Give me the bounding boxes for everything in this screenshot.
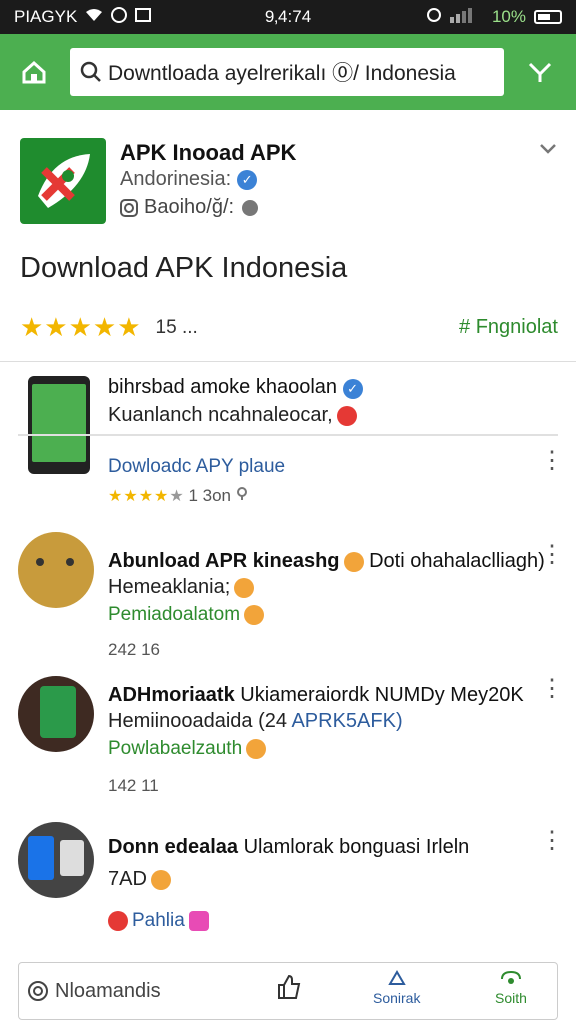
like-button[interactable] [275, 973, 303, 1006]
post-subtitle: Hemeaklania; [108, 576, 255, 599]
search-icon [80, 61, 101, 82]
avatar [18, 822, 94, 898]
emoji-icon [244, 604, 265, 625]
more-options-icon[interactable]: ⋮ [540, 677, 564, 701]
emoji-icon [150, 869, 171, 890]
battery-icon [534, 10, 562, 24]
share-label: Sonirak [373, 990, 421, 1006]
chevron-down-icon [540, 144, 556, 154]
post-subtitle: Kuanlanch ncahnaleocar, [108, 404, 357, 427]
rating-stars: ★★★★★ [20, 312, 142, 342]
thumbs-up-icon [278, 974, 301, 999]
app-header: APK Inooad APK Andorinesia: ✓ Baoiho/ğ/:… [0, 110, 576, 362]
more-options-icon[interactable]: ⋮ [540, 449, 564, 473]
list-item[interactable]: Abunload APR kineashg Doti ohahalaclliag… [0, 526, 576, 666]
list-item[interactable]: Donn edealaa Ulamlorak bonguasi Irleln 7… [0, 818, 576, 958]
post-link[interactable]: Pahlia [108, 910, 209, 932]
heart-icon [188, 910, 209, 931]
location-icon [236, 487, 247, 500]
home-button[interactable] [14, 52, 54, 92]
post-meta: 242 16 [108, 640, 160, 659]
list-item[interactable]: bihrsbad amoke khaoolan ✓ Kuanlanch ncah… [0, 362, 576, 512]
post-link[interactable]: Powlabaelzauth [108, 738, 267, 760]
post-link[interactable]: Dowloadc APY plaue [108, 456, 285, 478]
save-label: Soith [495, 990, 527, 1006]
rating-count: 15 ... [155, 316, 198, 338]
verified-icon: ✓ [342, 379, 363, 399]
post-meta: 142 11 [108, 776, 159, 795]
search-input[interactable]: Downtloada ayelrerikalı ⓪/ Indonesia [70, 48, 504, 96]
post-subtitle: Hemiinooadaida (24 APRK5AFK) [108, 710, 403, 732]
post-subtitle: 7AD [108, 868, 171, 891]
filter-button[interactable] [520, 52, 560, 92]
rating-action-link[interactable]: # Fngniolat [459, 316, 558, 339]
status-bar: PIAGYK 9‚4:74 10% [0, 0, 576, 34]
instagram-icon [120, 198, 138, 217]
app-logo[interactable] [20, 138, 106, 224]
expand-button[interactable] [538, 142, 558, 161]
top-bar: Downtloada ayelrerikalı ⓪/ Indonesia [0, 34, 576, 110]
search-value: Downtloada ayelrerikalı ⓪/ Indonesia [108, 62, 456, 85]
phone-thumbnail [28, 376, 90, 474]
app-meta: Baoiho/ğ/: [120, 196, 260, 219]
home-icon [22, 60, 46, 84]
globe-icon [242, 199, 259, 216]
post-meta: ★★★★★ 1 3on [108, 486, 248, 506]
avatar [18, 676, 94, 752]
share-icon [387, 970, 406, 985]
emoji-icon [246, 738, 267, 759]
more-options-icon[interactable]: ⋮ [540, 543, 564, 567]
post-link[interactable]: Pemiadoalatom [108, 604, 265, 626]
comment-icon [28, 981, 48, 1001]
app-developer[interactable]: Andorinesia: ✓ [120, 168, 258, 191]
post-title: bihrsbad amoke khaoolan ✓ [108, 376, 363, 399]
comment-button[interactable]: Nloamandis [27, 980, 161, 1003]
post-title: ADHmoriaatk Ukiameraiordk NUMDy Mey20K [108, 684, 524, 706]
share-button[interactable]: Sonirak [373, 969, 420, 1006]
emoji-icon [336, 405, 357, 426]
save-button[interactable]: Soith [495, 969, 527, 1006]
filter-icon [528, 62, 552, 82]
app-name: APK Inooad APK [120, 140, 297, 165]
comment-label: Nloamandis [55, 979, 161, 1002]
save-icon [500, 970, 521, 984]
verified-icon: ✓ [237, 169, 258, 190]
post-title: Abunload APR kineashg Doti ohahalaclliag… [108, 550, 545, 572]
more-options-icon[interactable]: ⋮ [540, 829, 564, 853]
bottom-action-bar: Nloamandis Sonirak Soith [18, 962, 558, 1020]
avatar [18, 532, 94, 608]
emoji-icon [234, 577, 255, 598]
list-item[interactable]: ADHmoriaatk Ukiameraiordk NUMDy Mey20K H… [0, 670, 576, 810]
rating-row: ★★★★★ 15 ... # Fngniolat [20, 312, 558, 343]
emoji-icon [343, 551, 364, 572]
emoji-icon [108, 910, 128, 931]
status-time: 9‚4:74 [264, 7, 312, 26]
page-title: Download APK Indonesia [20, 252, 348, 284]
post-title: Donn edealaa Ulamlorak bonguasi Irleln [108, 836, 470, 858]
